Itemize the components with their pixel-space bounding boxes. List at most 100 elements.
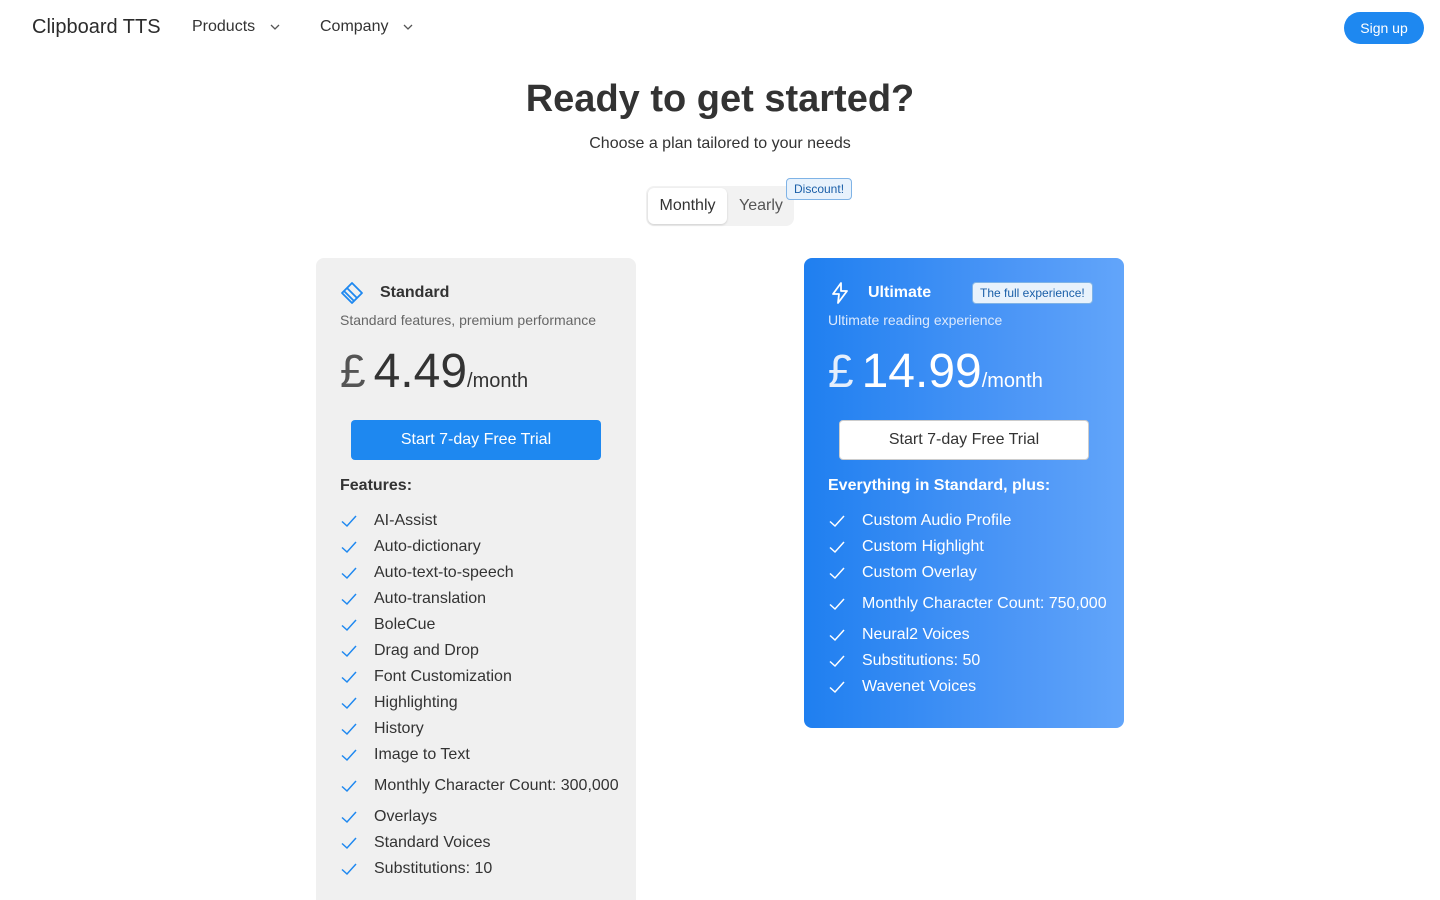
check-icon <box>341 749 357 762</box>
feature-item: Substitutions: 50 <box>828 648 1108 674</box>
plan-description: Standard features, premium performance <box>340 312 597 328</box>
feature-item: Custom Overlay <box>828 560 1108 586</box>
feature-label: Auto-dictionary <box>374 538 481 555</box>
discount-badge: Discount! <box>786 178 853 200</box>
feature-item: Monthly Character Count: 750,000 <box>828 586 1108 622</box>
plan-price: £ 4.49 /month <box>340 344 528 399</box>
chevron-down-icon <box>270 24 280 30</box>
feature-item: Neural2 Voices <box>828 622 1108 648</box>
feature-item: Auto-translation <box>340 586 620 612</box>
check-icon <box>829 541 845 554</box>
feature-item: BoleCue <box>340 612 620 638</box>
plan-price: £ 14.99 /month <box>828 344 1043 399</box>
check-icon <box>341 671 357 684</box>
chevron-down-icon <box>404 24 413 30</box>
feature-label: Wavenet Voices <box>862 678 977 695</box>
feature-label: Substitutions: 50 <box>862 652 981 669</box>
price-period: /month <box>981 370 1043 392</box>
feature-label: AI-Assist <box>374 512 438 529</box>
check-icon <box>341 780 357 793</box>
check-icon <box>829 598 845 611</box>
brand-logo-text[interactable]: Clipboard TTS <box>32 16 161 39</box>
plan-header: Standard <box>340 282 449 304</box>
nav-products-label: Products <box>192 18 256 35</box>
check-icon <box>341 723 357 736</box>
feature-item: History <box>340 716 620 742</box>
signup-button[interactable]: Sign up <box>1344 12 1424 44</box>
feature-label: Standard Voices <box>374 834 491 851</box>
price-currency: £ <box>340 345 366 397</box>
plan-header: Ultimate <box>828 282 931 304</box>
plan-name: Standard <box>380 284 450 301</box>
check-icon <box>829 629 845 642</box>
feature-label: Font Customization <box>374 668 512 685</box>
feature-label: Neural2 Voices <box>862 626 970 643</box>
feature-label: Auto-translation <box>374 590 487 607</box>
nav-products-dropdown[interactable]: Products <box>192 18 281 36</box>
feature-label: Custom Audio Profile <box>862 512 1012 529</box>
check-icon <box>341 697 357 710</box>
check-icon <box>829 681 845 694</box>
layers-icon <box>341 282 363 304</box>
start-trial-button[interactable]: Start 7-day Free Trial <box>839 420 1089 460</box>
features-heading: Features: <box>340 477 413 494</box>
feature-item: Drag and Drop <box>340 638 620 664</box>
plan-card-ultimate: Ultimate The full experience! Ultimate r… <box>804 258 1124 728</box>
plan-badge: The full experience! <box>972 282 1093 304</box>
features-heading: Everything in Standard, plus: <box>828 477 1051 494</box>
feature-label: Highlighting <box>374 694 458 711</box>
feature-item: Auto-dictionary <box>340 534 620 560</box>
billing-period-toggle: Monthly Yearly <box>646 186 794 226</box>
feature-label: Auto-text-to-speech <box>374 564 514 581</box>
top-nav: Clipboard TTS Products Company Sign up <box>0 0 1440 56</box>
check-icon <box>341 811 357 824</box>
feature-list: AI-Assist Auto-dictionary Auto-text-to-spe… <box>340 508 620 882</box>
plan-name: Ultimate <box>868 284 932 301</box>
price-currency: £ <box>828 345 854 397</box>
feature-item: Monthly Character Count: 300,000 <box>340 768 620 804</box>
start-trial-button[interactable]: Start 7-day Free Trial <box>351 420 601 460</box>
feature-label: BoleCue <box>374 616 436 633</box>
feature-item: Substitutions: 10 <box>340 856 620 882</box>
plan-card-standard: Standard Standard features, premium perf… <box>316 258 636 900</box>
check-icon <box>829 567 845 580</box>
check-icon <box>829 655 845 668</box>
lightning-icon <box>832 282 848 304</box>
nav-company-label: Company <box>320 18 389 35</box>
check-icon <box>341 515 357 528</box>
price-amount: 14.99 <box>861 345 982 398</box>
feature-label: Substitutions: 10 <box>374 860 493 877</box>
check-icon <box>341 619 357 632</box>
feature-item: Auto-text-to-speech <box>340 560 620 586</box>
check-icon <box>341 593 357 606</box>
feature-label: Custom Overlay <box>862 564 977 581</box>
check-icon <box>341 567 357 580</box>
feature-item: Overlays <box>340 804 620 830</box>
feature-label: Overlays <box>374 808 438 825</box>
toggle-yearly[interactable]: Yearly <box>730 188 792 224</box>
check-icon <box>341 837 357 850</box>
feature-label: History <box>374 720 424 737</box>
check-icon <box>341 863 357 876</box>
feature-item: Standard Voices <box>340 830 620 856</box>
check-icon <box>341 645 357 658</box>
price-period: /month <box>467 370 529 392</box>
feature-list: Custom Audio Profile Custom Highlight Cust… <box>828 508 1108 700</box>
toggle-monthly[interactable]: Monthly <box>648 188 727 224</box>
feature-item: Custom Audio Profile <box>828 508 1108 534</box>
feature-item: AI-Assist <box>340 508 620 534</box>
feature-item: Highlighting <box>340 690 620 716</box>
feature-item: Custom Highlight <box>828 534 1108 560</box>
nav-company-dropdown[interactable]: Company <box>320 18 414 36</box>
plan-description: Ultimate reading experience <box>828 312 1003 328</box>
page-title: Ready to get started? <box>525 78 915 120</box>
feature-item: Image to Text <box>340 742 620 768</box>
feature-label: Drag and Drop <box>374 642 479 659</box>
feature-label: Custom Highlight <box>862 538 984 555</box>
feature-item: Font Customization <box>340 664 620 690</box>
feature-label: Monthly Character Count: 750,000 <box>862 595 1107 612</box>
page-subtitle: Choose a plan tailored to your needs <box>589 135 851 152</box>
check-icon <box>829 515 845 528</box>
feature-label: Image to Text <box>374 746 470 763</box>
check-icon <box>341 541 357 554</box>
